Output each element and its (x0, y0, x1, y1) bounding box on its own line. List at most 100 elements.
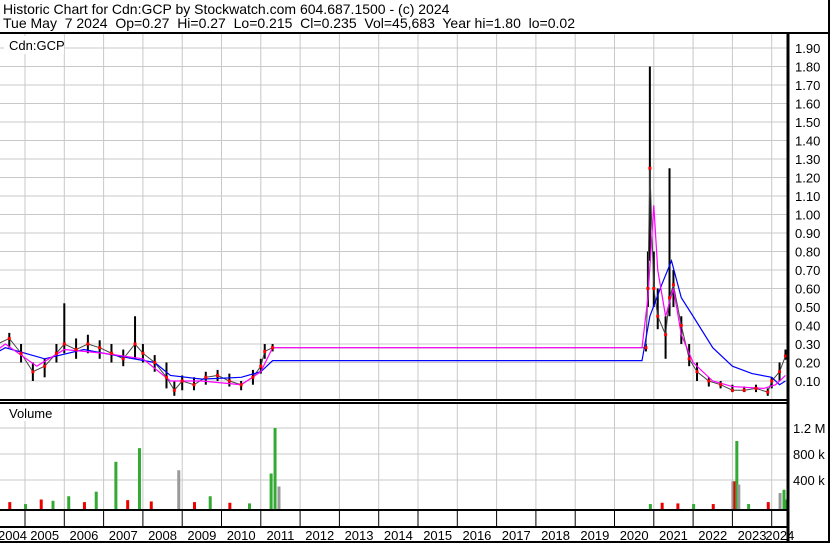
x-tick-label: 2015 (423, 528, 452, 543)
price-tick-label: 1.00 (795, 208, 820, 223)
stock-chart: Historic Chart for Cdn:GCP by Stockwatch… (0, 0, 830, 543)
close-point (664, 333, 668, 337)
close-point (153, 361, 157, 364)
close-point (259, 364, 263, 368)
close-point (239, 383, 243, 387)
volume-tick-label: 1.2 M (793, 421, 826, 436)
close-point (133, 342, 137, 346)
close-point (766, 390, 770, 394)
price-tick-label: 1.60 (795, 97, 820, 112)
x-tick-label: 2024 (765, 528, 794, 543)
x-tick-label: 2023 (738, 528, 767, 543)
volume-bar (114, 461, 118, 509)
volume-bar (747, 504, 751, 509)
close-point (98, 346, 102, 350)
long-moving-average (0, 258, 786, 386)
price-tick-label: 0.60 (795, 282, 820, 297)
volume-bar (94, 491, 98, 509)
close-point (109, 351, 113, 355)
close-point (263, 349, 267, 353)
close-point (652, 287, 656, 290)
volume-bar (208, 496, 212, 509)
close-point (192, 383, 196, 387)
close-point (251, 375, 255, 379)
x-tick-label: 2019 (580, 528, 609, 543)
x-tick-label: 2020 (620, 528, 649, 543)
volume-bar (126, 500, 130, 509)
close-point (74, 348, 78, 352)
close-point (656, 314, 660, 318)
volume-bar (177, 470, 181, 509)
x-tick-label: 2008 (148, 528, 177, 543)
x-tick-label: 2007 (109, 528, 138, 543)
price-tick-label: 1.90 (795, 41, 820, 56)
volume-bar (248, 503, 252, 509)
x-tick-label: 2010 (227, 528, 256, 543)
volume-bar (39, 499, 43, 509)
x-tick-label: 2016 (462, 528, 491, 543)
close-point (668, 296, 672, 300)
chart-svg: 2004 2005 2006 2007 2008 2009 2010 2011 2012 2013… (0, 0, 830, 543)
volume-bar (228, 502, 232, 509)
x-tick-label: 2004 (0, 528, 27, 543)
close-point (671, 283, 675, 287)
close-point (19, 351, 23, 355)
price-tick-label: 0.80 (795, 245, 820, 260)
close-point (742, 388, 746, 392)
close-point (754, 386, 758, 390)
close-point (43, 364, 47, 368)
close-point (730, 388, 734, 392)
volume-bar (778, 493, 782, 509)
price-tick-label: 1.50 (795, 115, 820, 130)
x-tick-label: 2012 (305, 528, 334, 543)
close-point (86, 342, 90, 346)
close-point (121, 357, 125, 361)
price-tick-label: 1.80 (795, 60, 820, 75)
volume-bar (737, 484, 741, 509)
price-tick-label: 0.50 (795, 300, 820, 315)
volume-bar (24, 504, 27, 509)
close-point (719, 383, 723, 387)
price-tick-label: 0.20 (795, 356, 820, 371)
close-point (646, 287, 650, 290)
volume-bar (273, 428, 277, 509)
volume-label: Volume (9, 406, 52, 421)
volume-bar (82, 502, 86, 509)
price-tick-label: 0.70 (795, 263, 820, 278)
volume-bar (67, 496, 71, 509)
x-tick-label: 2006 (69, 528, 98, 543)
close-point (141, 351, 145, 355)
x-tick-label: 2022 (698, 528, 727, 543)
close-point (227, 379, 231, 383)
volume-bar (648, 504, 652, 509)
price-tick-label: 1.20 (795, 171, 820, 186)
x-tick-label: 2014 (384, 528, 413, 543)
volume-tick-label: 400 k (793, 473, 825, 488)
close-point (62, 342, 66, 346)
price-tick-label: 1.40 (795, 134, 820, 149)
close-point (31, 370, 35, 374)
close-point (707, 379, 711, 383)
x-tick-label: 2013 (345, 528, 374, 543)
x-tick-label: 2005 (30, 528, 59, 543)
volume-bar (711, 504, 715, 509)
close-point (7, 336, 11, 340)
close-point (644, 346, 648, 350)
price-tick-label: 0.90 (795, 226, 820, 241)
price-tick-label: 1.30 (795, 152, 820, 167)
volume-tick-label: 800 k (793, 447, 825, 462)
volume-bar (766, 502, 770, 509)
symbol-label: Cdn:GCP (9, 38, 65, 53)
close-point (648, 166, 652, 170)
close-point (695, 370, 699, 374)
x-tick-label: 2017 (502, 528, 531, 543)
close-point (770, 379, 774, 383)
volume-bar (277, 486, 281, 509)
close-point (679, 324, 683, 327)
price-line (0, 168, 786, 393)
price-tick-label: 1.10 (795, 189, 820, 204)
volume-bar (8, 502, 12, 509)
close-point (54, 351, 58, 355)
volume-bar (692, 504, 696, 509)
x-tick-label: 2021 (659, 528, 688, 543)
